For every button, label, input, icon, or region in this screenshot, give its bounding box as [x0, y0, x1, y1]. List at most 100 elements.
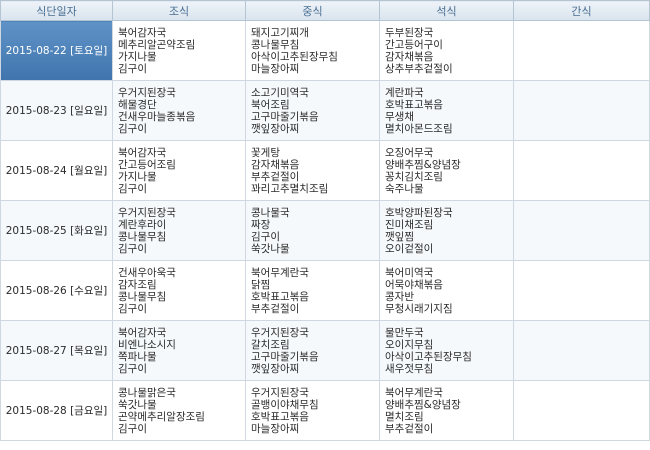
lunch-cell[interactable]: 소고기미역국 북어조림 고구마줄기볶음 깻잎장아찌	[245, 80, 380, 141]
menu-item: 우거지된장국	[118, 206, 176, 219]
menu-item: 우거지된장국	[118, 86, 176, 99]
menu-item: 부추겉절이	[385, 422, 434, 435]
menu-item: 콩자반	[385, 290, 414, 303]
meal-rows: 2015-08-22 [토요일] 북어감자국 메추리알곤약조림 가지나물 김구이 돼지고기…	[0, 20, 650, 441]
lunch-cell[interactable]: 돼지고기찌개 콩나물무침 아삭이고추된장무침 마늘장아찌	[245, 20, 380, 81]
breakfast-cell[interactable]: 북어감자국 간고등어조림 가지나물 김구이	[112, 140, 246, 201]
menu-item: 무청시래기지짐	[385, 302, 453, 315]
dinner-cell[interactable]: 북어미역국 어묵야채볶음 콩자반 무청시래기지짐	[379, 260, 514, 321]
menu-item: 우거지된장국	[251, 326, 309, 339]
menu-item: 아삭이고추된장무침	[385, 350, 472, 363]
header-snack[interactable]: 간식	[513, 0, 650, 21]
breakfast-cell[interactable]: 우거지된장국 계란후라이 콩나물무침 김구이	[112, 200, 246, 261]
menu-item: 꽃게탕	[251, 146, 280, 159]
date-cell[interactable]: 2015-08-23 [일요일]	[0, 80, 113, 141]
lunch-cell[interactable]: 우거지된장국 골뱅이야채무침 호박표고볶음 마늘장아찌	[245, 380, 380, 441]
menu-item: 김구이	[118, 242, 147, 255]
header-row: 식단일자 조식 중식 석식 간식	[0, 0, 650, 21]
menu-item: 진미채조림	[385, 218, 434, 231]
menu-item: 콩나물무침	[251, 38, 300, 51]
lunch-cell[interactable]: 콩나물국 짜장 김구이 쑥갓나물	[245, 200, 380, 261]
menu-item: 두부된장국	[385, 26, 434, 39]
menu-item: 북어감자국	[118, 146, 167, 159]
breakfast-cell[interactable]: 우거지된장국 해물경단 건새우마늘종볶음 김구이	[112, 80, 246, 141]
menu-item: 감자채볶음	[385, 50, 434, 63]
date-cell[interactable]: 2015-08-27 [목요일]	[0, 320, 113, 381]
breakfast-cell[interactable]: 콩나물맑은국 쑥갓나물 곤약메추리알장조림 김구이	[112, 380, 246, 441]
table-row[interactable]: 2015-08-28 [금요일] 콩나물맑은국 쑥갓나물 곤약메추리알장조림 김구이 우거…	[0, 380, 650, 441]
table-row[interactable]: 2015-08-23 [일요일] 우거지된장국 해물경단 건새우마늘종볶음 김구이 소고기…	[0, 80, 650, 141]
menu-item: 고구마줄기볶음	[251, 350, 319, 363]
menu-item: 숙주나물	[385, 182, 424, 195]
menu-item: 무생채	[385, 110, 414, 123]
menu-item: 북어감자국	[118, 26, 167, 39]
menu-item: 깻잎장아찌	[251, 122, 300, 135]
menu-item: 새우젓무침	[385, 362, 434, 375]
table-row[interactable]: 2015-08-22 [토요일] 북어감자국 메추리알곤약조림 가지나물 김구이 돼지고기…	[0, 20, 650, 81]
dinner-cell[interactable]: 두부된장국 간고등어구이 감자채볶음 상추부추겉절이	[379, 20, 514, 81]
menu-item: 북어조림	[251, 98, 290, 111]
lunch-cell[interactable]: 우거지된장국 갈치조림 고구마줄기볶음 깻잎장아찌	[245, 320, 380, 381]
dinner-cell[interactable]: 오징어무국 양배추찜&양념장 꽁치김치조림 숙주나물	[379, 140, 514, 201]
breakfast-cell[interactable]: 건새우아욱국 감자조림 콩나물무침 김구이	[112, 260, 246, 321]
header-date[interactable]: 식단일자	[0, 0, 113, 21]
menu-item: 꽈리고추멸치조림	[251, 182, 329, 195]
table-row[interactable]: 2015-08-26 [수요일] 건새우아욱국 감자조림 콩나물무침 김구이 북어무계란국…	[0, 260, 650, 321]
snack-cell[interactable]	[513, 200, 650, 261]
menu-item: 양배추찜&양념장	[385, 158, 461, 171]
menu-item: 가지나물	[118, 50, 157, 63]
table-row[interactable]: 2015-08-25 [화요일] 우거지된장국 계란후라이 콩나물무침 김구이 콩나물국 짜…	[0, 200, 650, 261]
date-cell[interactable]: 2015-08-25 [화요일]	[0, 200, 113, 261]
dinner-cell[interactable]: 북어무계란국 양배추찜&양념장 멸치조림 부추겉절이	[379, 380, 514, 441]
menu-item: 멸치조림	[385, 410, 424, 423]
date-cell[interactable]: 2015-08-24 [월요일]	[0, 140, 113, 201]
menu-item: 김구이	[118, 122, 147, 135]
header-lunch[interactable]: 중식	[245, 0, 380, 21]
snack-cell[interactable]	[513, 380, 650, 441]
date-cell[interactable]: 2015-08-26 [수요일]	[0, 260, 113, 321]
menu-item: 소고기미역국	[251, 86, 309, 99]
menu-item: 간고등어조림	[118, 158, 176, 171]
menu-item: 물만두국	[385, 326, 424, 339]
menu-item: 부추겉절이	[251, 302, 300, 315]
menu-item: 김구이	[118, 302, 147, 315]
date-cell[interactable]: 2015-08-28 [금요일]	[0, 380, 113, 441]
menu-item: 양배추찜&양념장	[385, 398, 461, 411]
menu-item: 쑥갓나물	[251, 242, 290, 255]
lunch-cell[interactable]: 북어무계란국 닭찜 호박표고볶음 부추겉절이	[245, 260, 380, 321]
menu-item: 호박양파된장국	[385, 206, 453, 219]
menu-item: 우거지된장국	[251, 386, 309, 399]
header-breakfast[interactable]: 조식	[112, 0, 246, 21]
dinner-cell[interactable]: 호박양파된장국 진미채조림 깻잎찜 오이겉절이	[379, 200, 514, 261]
menu-item: 꽁치김치조림	[385, 170, 443, 183]
menu-item: 감자채볶음	[251, 158, 300, 171]
snack-cell[interactable]	[513, 140, 650, 201]
menu-item: 계란파국	[385, 86, 424, 99]
menu-item: 호박표고볶음	[385, 98, 443, 111]
snack-cell[interactable]	[513, 80, 650, 141]
table-row[interactable]: 2015-08-24 [월요일] 북어감자국 간고등어조림 가지나물 김구이 꽃게탕 감자채…	[0, 140, 650, 201]
dinner-cell[interactable]: 물만두국 오이지무침 아삭이고추된장무침 새우젓무침	[379, 320, 514, 381]
menu-item: 메추리알곤약조림	[118, 38, 196, 51]
dinner-cell[interactable]: 계란파국 호박표고볶음 무생채 멸치아몬드조림	[379, 80, 514, 141]
table-row[interactable]: 2015-08-27 [목요일] 북어감자국 비엔나소시지 쪽파나물 김구이 우거지된장국…	[0, 320, 650, 381]
snack-cell[interactable]	[513, 260, 650, 321]
menu-item: 콩나물무침	[118, 230, 167, 243]
menu-item: 가지나물	[118, 170, 157, 183]
menu-item: 닭찜	[251, 278, 271, 291]
snack-cell[interactable]	[513, 320, 650, 381]
menu-item: 마늘장아찌	[251, 62, 300, 75]
breakfast-cell[interactable]: 북어감자국 비엔나소시지 쪽파나물 김구이	[112, 320, 246, 381]
header-dinner[interactable]: 석식	[379, 0, 514, 21]
menu-item: 건새우마늘종볶음	[118, 110, 196, 123]
menu-item: 골뱅이야채무침	[251, 398, 319, 411]
menu-item: 북어미역국	[385, 266, 434, 279]
snack-cell[interactable]	[513, 20, 650, 81]
date-cell[interactable]: 2015-08-22 [토요일]	[0, 20, 113, 81]
menu-item: 멸치아몬드조림	[385, 122, 453, 135]
lunch-cell[interactable]: 꽃게탕 감자채볶음 부추겉절이 꽈리고추멸치조림	[245, 140, 380, 201]
menu-item: 해물경단	[118, 98, 157, 111]
menu-item: 오징어무국	[385, 146, 434, 159]
breakfast-cell[interactable]: 북어감자국 메추리알곤약조림 가지나물 김구이	[112, 20, 246, 81]
menu-item: 오이겉절이	[385, 242, 434, 255]
